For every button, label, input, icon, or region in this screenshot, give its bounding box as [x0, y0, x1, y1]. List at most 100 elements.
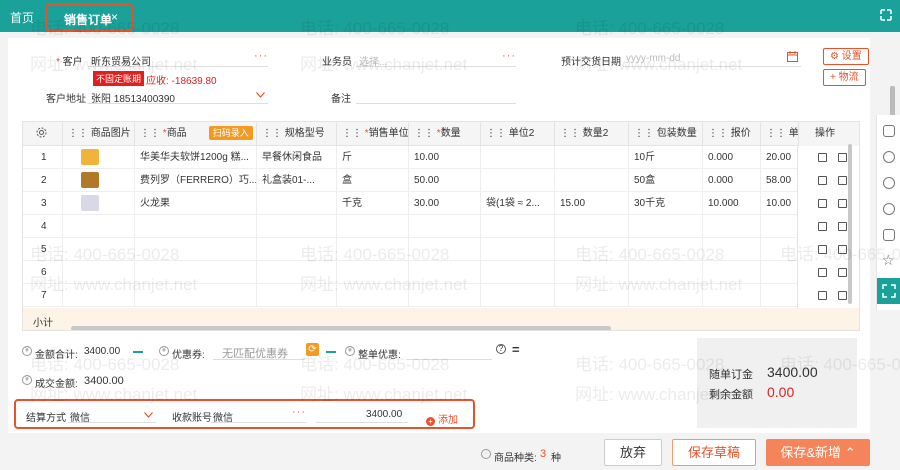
cell-product[interactable]: 华美华夫软饼1200g 糕... [135, 146, 257, 169]
document-icon[interactable] [883, 125, 895, 137]
save-and-new-button[interactable]: 保存&新增 ⌃ [766, 439, 870, 466]
cell-qty[interactable] [409, 215, 481, 238]
cell-image[interactable] [63, 215, 135, 238]
cell-product[interactable] [135, 261, 257, 284]
cell-unit[interactable]: 千克 [337, 192, 409, 215]
cell-product[interactable]: 费列罗（FERRERO）巧... [135, 169, 257, 192]
tab-sales-order[interactable]: 销售订单 × [45, 4, 133, 31]
cell-qty2[interactable] [555, 261, 629, 284]
cell-price[interactable] [761, 238, 799, 261]
cell-unit2[interactable] [481, 146, 555, 169]
cell-qty2[interactable]: 15.00 [555, 192, 629, 215]
copy-icon[interactable] [838, 153, 847, 162]
salesperson-more-icon[interactable]: ··· [502, 50, 516, 62]
delete-icon[interactable] [818, 153, 827, 162]
cell-product[interactable] [135, 238, 257, 261]
table-row[interactable]: 3 火龙果 千克 30.00 袋(1袋 ≈ 2... 15.00 30千克 10.000 10.… [23, 192, 859, 215]
discard-button[interactable]: 放弃 [604, 439, 662, 466]
cell-product[interactable] [135, 215, 257, 238]
cell-unit2[interactable] [481, 261, 555, 284]
cell-qty2[interactable] [555, 284, 629, 307]
cell-image[interactable] [63, 261, 135, 284]
cell-quote[interactable]: 0.000 [703, 169, 761, 192]
cell-unit[interactable] [337, 215, 409, 238]
cell-quote[interactable]: 10.000 [703, 192, 761, 215]
fullscreen-button[interactable] [877, 278, 900, 304]
cell-unit[interactable] [337, 261, 409, 284]
table-row[interactable]: 2 费列罗（FERRERO）巧... 礼盒装01-... 盒 50.00 50盒 0.000… [23, 169, 859, 192]
cell-unit[interactable] [337, 284, 409, 307]
sync-icon[interactable] [883, 177, 895, 189]
note-field[interactable] [356, 86, 516, 104]
delete-icon[interactable] [818, 291, 827, 300]
cell-qty[interactable]: 30.00 [409, 192, 481, 215]
cell-image[interactable] [63, 146, 135, 169]
table-row[interactable]: 5 [23, 238, 859, 261]
cell-unit2[interactable] [481, 238, 555, 261]
cell-qty[interactable]: 10.00 [409, 146, 481, 169]
cell-qty[interactable] [409, 261, 481, 284]
calendar-icon[interactable] [787, 51, 798, 65]
whole-discount-field[interactable] [406, 342, 492, 360]
delete-icon[interactable] [818, 222, 827, 231]
cell-quote[interactable] [703, 261, 761, 284]
table-row[interactable]: 6 [23, 261, 859, 284]
save-draft-button[interactable]: 保存草稿 [672, 439, 756, 466]
cell-image[interactable] [63, 238, 135, 261]
cell-product[interactable] [135, 284, 257, 307]
cell-pack[interactable]: 50盒 [629, 169, 703, 192]
cell-price[interactable]: 58.00 [761, 169, 799, 192]
settlement-account-more-icon[interactable]: ··· [292, 406, 306, 418]
cell-price[interactable]: 20.00 [761, 146, 799, 169]
cell-quote[interactable]: 0.000 [703, 146, 761, 169]
table-row[interactable]: 1 华美华夫软饼1200g 糕... 早餐休闲食品斤 10.00 10斤 0.000 20.… [23, 146, 859, 169]
copy-icon[interactable] [838, 199, 847, 208]
cell-unit2[interactable] [481, 169, 555, 192]
copy-icon[interactable] [838, 245, 847, 254]
cell-spec[interactable] [257, 215, 337, 238]
cell-unit2[interactable] [481, 284, 555, 307]
tab-close-icon[interactable]: × [111, 10, 118, 24]
chevron-down-icon[interactable] [144, 410, 153, 421]
chevron-down-icon[interactable] [256, 90, 265, 101]
cell-unit2[interactable] [481, 215, 555, 238]
delete-icon[interactable] [818, 176, 827, 185]
scan-entry-button[interactable]: 扫码录入 [208, 126, 253, 140]
expand-icon[interactable] [880, 9, 892, 23]
cell-pack[interactable] [629, 284, 703, 307]
cell-spec[interactable] [257, 261, 337, 284]
copy-icon[interactable] [838, 222, 847, 231]
delete-icon[interactable] [818, 268, 827, 277]
cell-pack[interactable] [629, 261, 703, 284]
refresh-icon[interactable]: ⟳ [306, 343, 319, 356]
cell-qty2[interactable] [555, 146, 629, 169]
settlement-add-button[interactable]: + 添加 [426, 411, 458, 426]
cell-price[interactable]: 10.00 [761, 192, 799, 215]
cell-spec[interactable]: 礼盒装01-... [257, 169, 337, 192]
cell-pack[interactable] [629, 215, 703, 238]
cell-no[interactable]: 7 [23, 284, 63, 307]
cell-no[interactable]: 1 [23, 146, 63, 169]
cell-product[interactable]: 火龙果 [135, 192, 257, 215]
cell-spec[interactable]: 早餐休闲食品 [257, 146, 337, 169]
cell-no[interactable]: 2 [23, 169, 63, 192]
cell-quote[interactable] [703, 238, 761, 261]
page-scrollbar[interactable] [890, 86, 895, 116]
cell-unit[interactable] [337, 238, 409, 261]
chevron-up-icon[interactable]: ⌃ [845, 445, 856, 460]
table-row[interactable]: 4 [23, 215, 859, 238]
cell-no[interactable]: 5 [23, 238, 63, 261]
cell-no[interactable]: 3 [23, 192, 63, 215]
cell-qty2[interactable] [555, 169, 629, 192]
cell-image[interactable] [63, 284, 135, 307]
delete-icon[interactable] [818, 199, 827, 208]
cell-quote[interactable] [703, 284, 761, 307]
cell-quote[interactable] [703, 215, 761, 238]
cell-image[interactable] [63, 192, 135, 215]
column-settings-icon[interactable] [23, 122, 63, 146]
table-horizontal-scrollbar[interactable] [71, 326, 611, 330]
cell-qty2[interactable] [555, 238, 629, 261]
cell-spec[interactable] [257, 284, 337, 307]
table-vertical-scrollbar[interactable] [848, 144, 852, 304]
cell-unit[interactable]: 盒 [337, 169, 409, 192]
